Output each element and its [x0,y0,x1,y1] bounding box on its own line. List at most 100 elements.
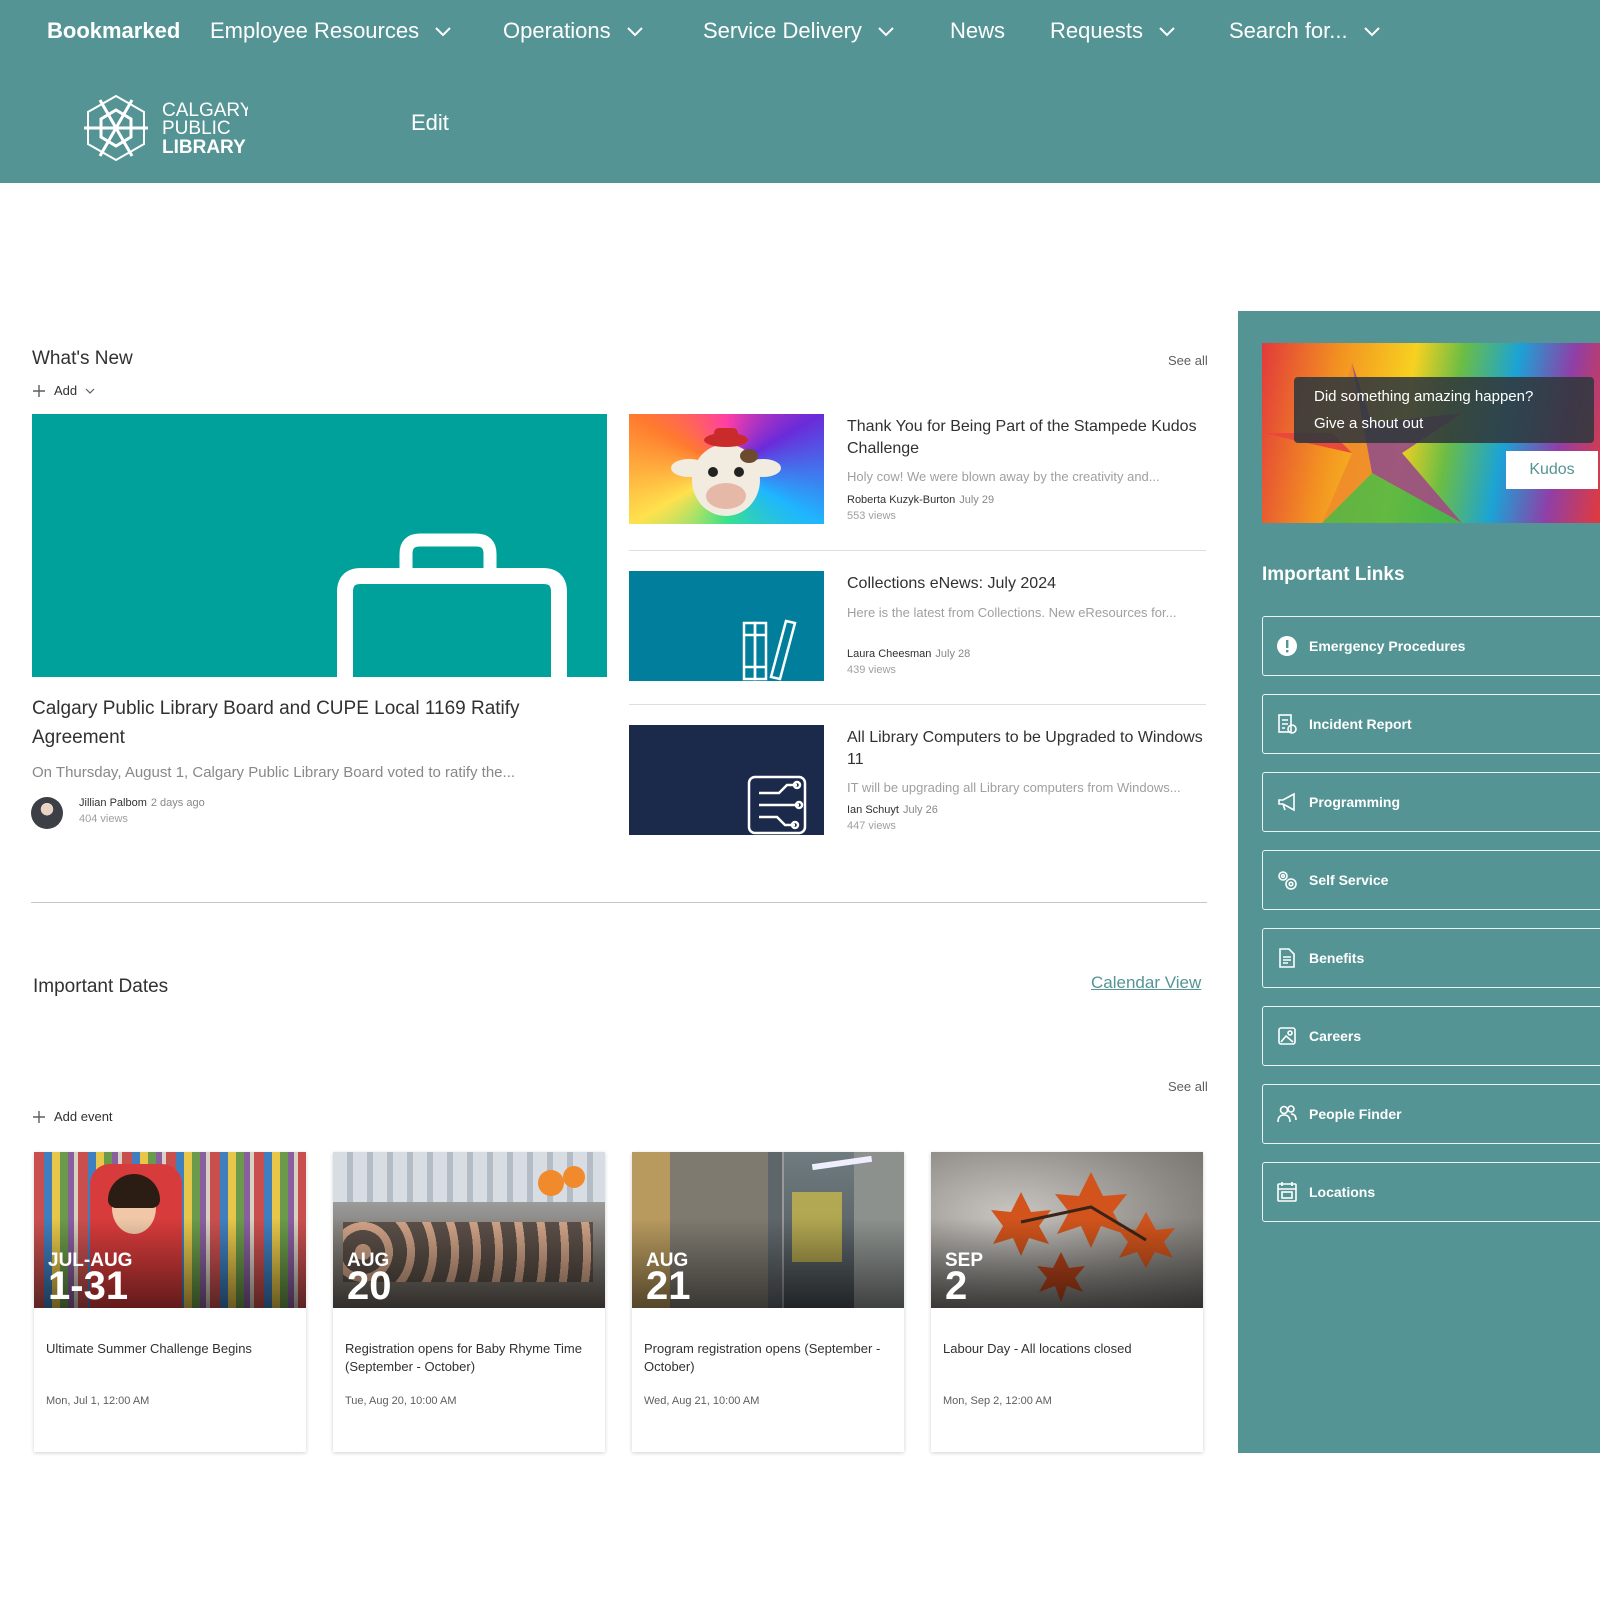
top-navigation: Bookmarked Employee Resources Operations… [0,0,1600,64]
kudos-banner: Did something amazing happen? Give a sho… [1262,343,1600,523]
nav-requests[interactable]: Requests [1050,18,1177,44]
view-count: 439 views [847,664,896,676]
news-thumbnail [629,725,824,835]
event-day: 1-31 [48,1264,129,1308]
kudos-message-box [1294,377,1594,443]
nav-label: Employee Resources [210,18,420,43]
event-card[interactable]: AUG 20 Registration opens for Baby Rhyme… [333,1152,605,1452]
calendar-view-link[interactable]: Calendar View [1091,973,1201,993]
section-divider [31,902,1207,903]
author-name[interactable]: Roberta Kuzyk-Burton [847,494,955,506]
nav-operations[interactable]: Operations [503,18,645,44]
link-incident-report[interactable]: Incident Report [1262,694,1600,754]
news-title[interactable]: All Library Computers to be Upgraded to … [847,727,1207,771]
important-dates-title: Important Dates [33,976,169,997]
link-self-service[interactable]: Self Service [1262,850,1600,910]
site-logo[interactable]: CALGARY PUBLIC LIBRARY [78,88,253,168]
event-day: 2 [945,1264,968,1308]
author-name[interactable]: Jillian Palbom [79,797,147,809]
event-image: SEP 2 [931,1152,1203,1308]
nav-news[interactable]: News [950,18,1005,44]
add-event-button[interactable]: Add event [32,1109,113,1124]
chevron-down-icon [878,27,894,37]
event-time: Mon, Jul 1, 12:00 AM [46,1395,150,1407]
logo-text-library: LIBRARY [162,137,246,158]
whats-new-title: What's New [32,348,133,369]
event-day: 20 [347,1264,392,1308]
news-item[interactable]: Thank You for Being Part of the Stampede… [629,414,1206,534]
link-label: Locations [1309,1184,1376,1200]
nav-label: Requests [1050,18,1143,43]
news-description: IT will be upgrading all Library compute… [847,780,1181,795]
nav-bookmarked[interactable]: Bookmarked [47,18,180,44]
event-title[interactable]: Registration opens for Baby Rhyme Time (… [345,1340,595,1376]
author-name[interactable]: Laura Cheesman [847,648,931,660]
report-icon [1275,712,1299,736]
link-label: People Finder [1309,1106,1402,1122]
event-image: AUG 20 [333,1152,605,1308]
publish-date: 2 days ago [150,797,205,809]
event-title[interactable]: Ultimate Summer Challenge Begins [46,1340,296,1358]
link-label: Programming [1309,794,1401,810]
news-thumbnail [629,571,824,681]
link-locations[interactable]: Locations [1262,1162,1600,1222]
calendar-icon [1275,1180,1299,1204]
alert-icon [1275,634,1299,658]
event-day: 21 [646,1264,691,1308]
news-item[interactable]: Collections eNews: July 2024 Here is the… [629,571,1206,691]
link-careers[interactable]: Careers [1262,1006,1600,1066]
right-sidebar: Did something amazing happen? Give a sho… [1238,311,1600,1453]
chevron-down-icon [85,388,95,394]
link-label: Self Service [1309,872,1389,888]
link-emergency-procedures[interactable]: Emergency Procedures [1262,616,1600,676]
hero-news-image[interactable] [32,414,607,677]
link-benefits[interactable]: Benefits [1262,928,1600,988]
event-time: Tue, Aug 20, 10:00 AM [345,1395,457,1407]
news-meta: Ian Schuyt July 26 447 views [847,804,938,832]
event-title[interactable]: Program registration opens (September - … [644,1340,894,1376]
whats-new-see-all-link[interactable]: See all [1168,353,1208,368]
event-card[interactable]: JUL-AUG 1-31 Ultimate Summer Challenge B… [34,1152,306,1452]
event-card[interactable]: AUG 21 Program registration opens (Septe… [632,1152,904,1452]
view-count: 447 views [847,820,896,832]
link-programming[interactable]: Programming [1262,772,1600,832]
event-time: Mon, Sep 2, 12:00 AM [943,1395,1052,1407]
nav-label: Search for... [1229,18,1348,43]
books-icon [742,619,797,681]
hero-news-title[interactable]: Calgary Public Library Board and CUPE Lo… [32,694,592,752]
publish-date: July 28 [935,648,971,660]
edit-button[interactable]: Edit [411,110,449,136]
view-count: 404 views [79,813,128,825]
event-card[interactable]: SEP 2 Labour Day - All locations closed … [931,1152,1203,1452]
news-description: Here is the latest from Collections. New… [847,605,1177,620]
link-label: Benefits [1309,950,1365,966]
add-event-label: Add event [54,1109,113,1124]
event-image: JUL-AUG 1-31 [34,1152,306,1308]
nav-employee-resources[interactable]: Employee Resources [210,18,453,44]
publish-date: July 29 [959,494,995,506]
kudos-headline: Did something amazing happen? [1314,388,1534,405]
nav-service-delivery[interactable]: Service Delivery [703,18,896,44]
site-header: Bookmarked Employee Resources Operations… [0,0,1600,183]
avatar [31,797,63,829]
chevron-down-icon [626,27,643,37]
hero-news-meta: Jillian Palbom 2 days ago 404 views [79,797,205,825]
nav-search-for[interactable]: Search for... [1229,18,1382,44]
news-meta: Roberta Kuzyk-Burton July 29 553 views [847,494,994,522]
document-icon [1275,946,1299,970]
news-item[interactable]: All Library Computers to be Upgraded to … [629,725,1206,845]
news-title[interactable]: Collections eNews: July 2024 [847,573,1207,595]
kudos-button[interactable]: Kudos [1506,451,1598,489]
gears-icon [1275,868,1299,892]
news-title[interactable]: Thank You for Being Part of the Stampede… [847,416,1207,460]
kudos-subline: Give a shout out [1314,415,1424,432]
link-people-finder[interactable]: People Finder [1262,1084,1600,1144]
nav-bookmarked-label: Bookmarked [47,18,181,43]
author-name[interactable]: Ian Schuyt [847,804,899,816]
event-title[interactable]: Labour Day - All locations closed [943,1340,1193,1358]
news-description: Holy cow! We were blown away by the crea… [847,469,1160,484]
event-image: AUG 21 [632,1152,904,1308]
events-see-all-link[interactable]: See all [1168,1079,1208,1094]
news-thumbnail [629,414,824,524]
add-news-button[interactable]: Add [32,383,95,398]
